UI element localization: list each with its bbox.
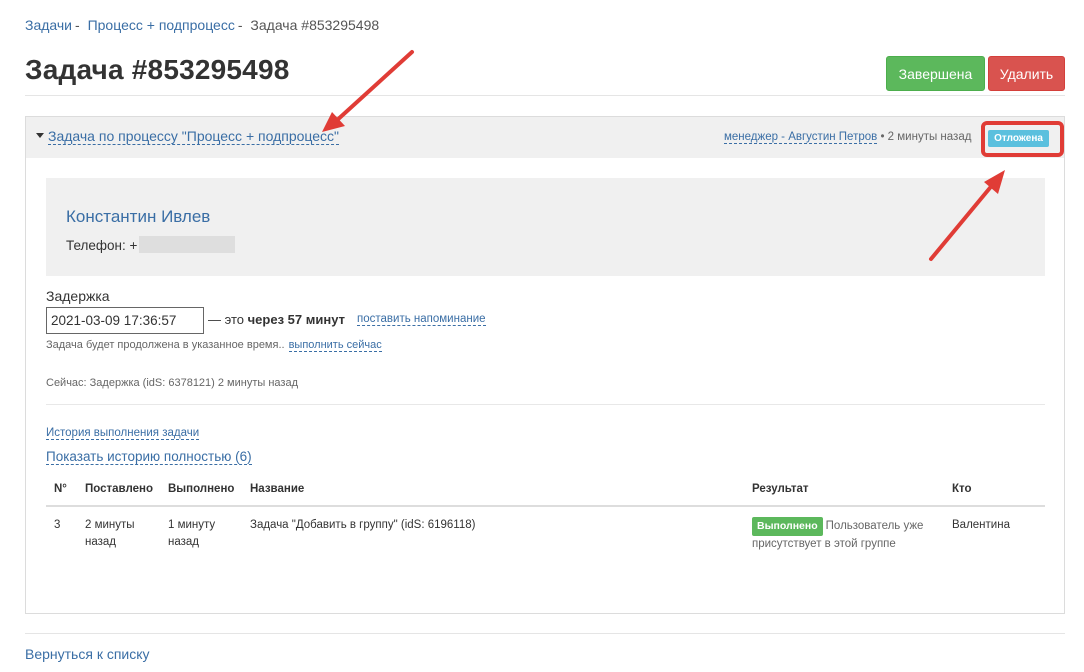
contact-name[interactable]: Константин Ивлев <box>66 207 210 227</box>
caret-down-icon[interactable] <box>36 133 44 138</box>
delay-datetime-input[interactable] <box>46 307 204 334</box>
table-header-divider <box>46 505 1045 507</box>
row-name: Задача "Добавить в группу" (idS: 6196118… <box>250 519 476 531</box>
column-header-result: Результат <box>752 483 809 495</box>
column-header-who: Кто <box>952 483 972 495</box>
task-meta: менеджер - Августин Петров • 2 минуты на… <box>724 131 972 144</box>
contact-card: Константин Ивлев Телефон: + <box>46 178 1045 276</box>
annotation-arrow-title <box>333 50 414 124</box>
row-done-line-1: 1 минуту <box>168 519 216 531</box>
breadcrumb-separator: - <box>75 17 80 33</box>
task-panel: Задача по процессу "Процесс + подпроцесс… <box>25 116 1065 614</box>
column-header-name: Название <box>250 483 305 495</box>
breadcrumb-current: Задача #853295498 <box>250 17 380 33</box>
result-text-line-1: Пользователь уже <box>825 520 924 532</box>
contact-phone: Телефон: + <box>66 236 236 254</box>
continue-note: Задача будет продолжена в указанное врем… <box>46 339 382 352</box>
delay-prefix: — это <box>208 312 244 327</box>
result-badge: Выполнено <box>752 517 823 536</box>
row-done: 1 минуту назад <box>168 517 215 551</box>
breadcrumb-item-tasks[interactable]: Задачи <box>25 17 72 33</box>
column-header-number: N° <box>54 483 67 495</box>
task-panel-title[interactable]: Задача по процессу "Процесс + подпроцесс… <box>48 129 340 145</box>
result-text-line-2: присутствует в этой группе <box>752 538 896 550</box>
phone-redacted <box>139 236 236 254</box>
show-full-history-link[interactable]: Показать историю полностью (6) <box>46 449 252 465</box>
back-to-list-link[interactable]: Вернуться к списку <box>25 646 150 662</box>
manager-link[interactable]: менеджер - Августин Петров <box>724 131 878 144</box>
complete-button[interactable]: Завершена <box>886 56 985 91</box>
delay-relative-bold: через <box>247 312 285 327</box>
row-number: 3 <box>54 519 61 531</box>
breadcrumb-separator: - <box>237 17 243 33</box>
row-placed-line-1: 2 минуты <box>85 519 135 531</box>
delay-relative-number: 57 <box>287 312 303 327</box>
task-time-ago: • 2 минуты назад <box>880 131 972 143</box>
delay-relative-text: — это через 57 минут <box>208 312 345 327</box>
phone-label: Телефон: + <box>66 238 138 253</box>
delete-button[interactable]: Удалить <box>988 56 1065 91</box>
delay-label: Задержка <box>46 288 110 304</box>
row-who: Валентина <box>952 519 1010 531</box>
set-reminder-link[interactable]: поставить напоминание <box>357 313 486 326</box>
breadcrumb: Задачи - Процесс + подпроцесс - Задача #85… <box>25 17 379 33</box>
divider <box>46 404 1045 405</box>
row-done-line-2: назад <box>168 536 199 548</box>
annotation-highlight-box <box>981 121 1064 157</box>
delay-relative-unit: минут <box>305 312 345 327</box>
page-title: Задача #853295498 <box>25 54 290 85</box>
column-header-done: Выполнено <box>168 483 235 495</box>
column-header-placed: Поставлено <box>85 483 154 495</box>
row-placed-line-2: назад <box>85 536 116 548</box>
row-placed: 2 минуты назад <box>85 517 135 551</box>
continue-note-text: Задача будет продолжена в указанное врем… <box>46 339 285 351</box>
current-state-text: Сейчас: Задержка (idS: 6378121) 2 минуты… <box>46 377 298 389</box>
run-now-link[interactable]: выполнить сейчас <box>288 339 382 352</box>
breadcrumb-item-process[interactable]: Процесс + подпроцесс <box>88 17 235 33</box>
divider <box>25 95 1065 96</box>
history-link[interactable]: История выполнения задачи <box>46 427 200 440</box>
divider <box>25 633 1065 634</box>
row-result: Выполнено Пользователь уже присутствует в … <box>752 517 923 553</box>
task-panel-header[interactable]: Задача по процессу "Процесс + подпроцесс… <box>26 117 1064 158</box>
